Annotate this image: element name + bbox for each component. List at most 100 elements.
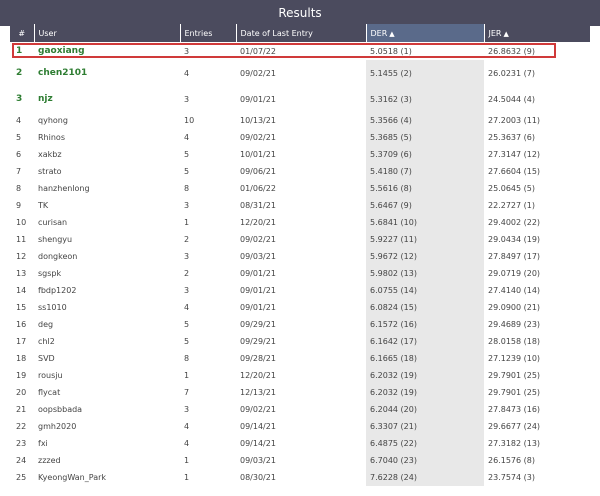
cell-jer: 27.3182 (13)	[488, 439, 541, 448]
cell-user: zzzed	[38, 456, 61, 465]
table-row: 17 chl2 5 09/29/21 6.1642 (17) 28.0158 (18)	[10, 333, 590, 350]
cell-entries: 1	[184, 218, 190, 227]
cell-jer: 27.2003 (11)	[488, 116, 541, 125]
cell-rank: 19	[16, 371, 27, 380]
cell-jer: 26.1576 (8)	[488, 456, 535, 465]
cell-rank: 12	[16, 252, 27, 261]
cell-der: 6.1572 (16)	[366, 316, 484, 333]
cell-der: 5.9227 (11)	[366, 231, 484, 248]
cell-entries: 3	[184, 405, 190, 414]
cell-der: 6.1642 (17)	[366, 333, 484, 350]
der-label: DER	[370, 28, 388, 38]
cell-entries: 3	[184, 46, 190, 56]
cell-rank: 3	[16, 94, 23, 104]
cell-user: deg	[38, 320, 54, 329]
cell-date: 09/02/21	[240, 68, 276, 78]
cell-date: 09/06/21	[240, 167, 276, 176]
cell-user: xakbz	[38, 150, 62, 159]
cell-user: flycat	[38, 388, 61, 397]
cell-rank: 25	[16, 473, 27, 482]
cell-user: chen2101	[38, 68, 88, 78]
cell-date: 09/29/21	[240, 337, 276, 346]
cell-user: gaoxiang	[38, 46, 85, 56]
cell-der: 5.0518 (1)	[366, 42, 484, 60]
table-row: 1 gaoxiang 3 01/07/22 5.0518 (1) 26.8632 (9)	[10, 42, 590, 60]
cell-user: fbdp1202	[38, 286, 77, 295]
table-row: 18 SVD 8 09/28/21 6.1665 (18) 27.1239 (10)	[10, 350, 590, 367]
cell-jer: 26.0231 (7)	[488, 68, 535, 78]
cell-der: 6.4875 (22)	[366, 435, 484, 452]
cell-jer: 25.3637 (6)	[488, 133, 535, 142]
cell-jer: 29.6677 (24)	[488, 422, 541, 431]
table-row: 12 dongkeon 3 09/03/21 5.9672 (12) 27.8497 (1…	[10, 248, 590, 265]
cell-date: 10/13/21	[240, 116, 276, 125]
cell-rank: 13	[16, 269, 27, 278]
table-row: 9 TK 3 08/31/21 5.6467 (9) 22.2727 (1)	[10, 197, 590, 214]
cell-date: 09/01/21	[240, 286, 276, 295]
cell-user: TK	[38, 201, 49, 210]
cell-entries: 7	[184, 388, 190, 397]
cell-entries: 4	[184, 422, 190, 431]
cell-rank: 24	[16, 456, 27, 465]
column-header-jer[interactable]: JER ▲	[483, 24, 590, 42]
cell-entries: 8	[184, 354, 190, 363]
cell-entries: 8	[184, 184, 190, 193]
cell-date: 09/02/21	[240, 133, 276, 142]
results-title: Results	[278, 6, 322, 20]
cell-rank: 14	[16, 286, 27, 295]
table-row: 15 ss1010 4 09/01/21 6.0824 (15) 29.0900 (21)	[10, 299, 590, 316]
table-row: 11 shengyu 2 09/02/21 5.9227 (11) 29.0434 (19…	[10, 231, 590, 248]
cell-der: 6.7040 (23)	[366, 452, 484, 469]
cell-entries: 10	[184, 116, 195, 125]
cell-jer: 27.3147 (12)	[488, 150, 541, 159]
table-row: 24 zzzed 1 09/03/21 6.7040 (23) 26.1576 (8)	[10, 452, 590, 469]
cell-rank: 18	[16, 354, 27, 363]
cell-rank: 17	[16, 337, 27, 346]
cell-der: 5.3162 (3)	[366, 86, 484, 112]
cell-jer: 22.2727 (1)	[488, 201, 535, 210]
cell-rank: 22	[16, 422, 27, 431]
cell-rank: 16	[16, 320, 27, 329]
column-header-date[interactable]: Date of Last Entry	[235, 24, 366, 42]
cell-rank: 20	[16, 388, 27, 397]
cell-date: 09/03/21	[240, 252, 276, 261]
cell-entries: 3	[184, 252, 190, 261]
cell-date: 01/06/22	[240, 184, 276, 193]
table-row: 6 xakbz 5 10/01/21 5.3709 (6) 27.3147 (12)	[10, 146, 590, 163]
cell-entries: 3	[184, 94, 190, 104]
cell-rank: 8	[16, 184, 22, 193]
cell-rank: 2	[16, 68, 23, 78]
cell-jer: 29.7901 (25)	[488, 371, 541, 380]
column-header-entries[interactable]: Entries	[179, 24, 236, 42]
cell-date: 09/01/21	[240, 269, 276, 278]
column-header-der[interactable]: DER ▲	[365, 24, 484, 42]
cell-date: 09/01/21	[240, 303, 276, 312]
cell-user: hanzhenlong	[38, 184, 90, 193]
cell-entries: 5	[184, 337, 190, 346]
column-header-rank[interactable]: #	[10, 24, 34, 42]
cell-der: 5.1455 (2)	[366, 60, 484, 86]
cell-entries: 5	[184, 150, 190, 159]
cell-jer: 26.8632 (9)	[488, 46, 535, 56]
cell-der: 5.9672 (12)	[366, 248, 484, 265]
cell-entries: 3	[184, 286, 190, 295]
cell-jer: 27.1239 (10)	[488, 354, 541, 363]
cell-jer: 29.4689 (23)	[488, 320, 541, 329]
cell-jer: 28.0158 (18)	[488, 337, 541, 346]
cell-jer: 29.0434 (19)	[488, 235, 541, 244]
cell-entries: 2	[184, 269, 190, 278]
table-row: 22 gmh2020 4 09/14/21 6.3307 (21) 29.6677 (24…	[10, 418, 590, 435]
cell-rank: 6	[16, 150, 22, 159]
column-header-user[interactable]: User	[33, 24, 180, 42]
table-row: 4 qyhong 10 10/13/21 5.3566 (4) 27.2003 (11)	[10, 112, 590, 129]
table-row: 14 fbdp1202 3 09/01/21 6.0755 (14) 27.4140 (1…	[10, 282, 590, 299]
cell-user: strato	[38, 167, 62, 176]
cell-entries: 4	[184, 68, 190, 78]
cell-date: 09/14/21	[240, 422, 276, 431]
table-row: 13 sgspk 2 09/01/21 5.9802 (13) 29.0719 (20)	[10, 265, 590, 282]
cell-date: 01/07/22	[240, 46, 276, 56]
cell-date: 12/20/21	[240, 218, 276, 227]
sort-ascending-icon: ▲	[503, 29, 509, 38]
table-row: 16 deg 5 09/29/21 6.1572 (16) 29.4689 (23)	[10, 316, 590, 333]
cell-date: 09/14/21	[240, 439, 276, 448]
